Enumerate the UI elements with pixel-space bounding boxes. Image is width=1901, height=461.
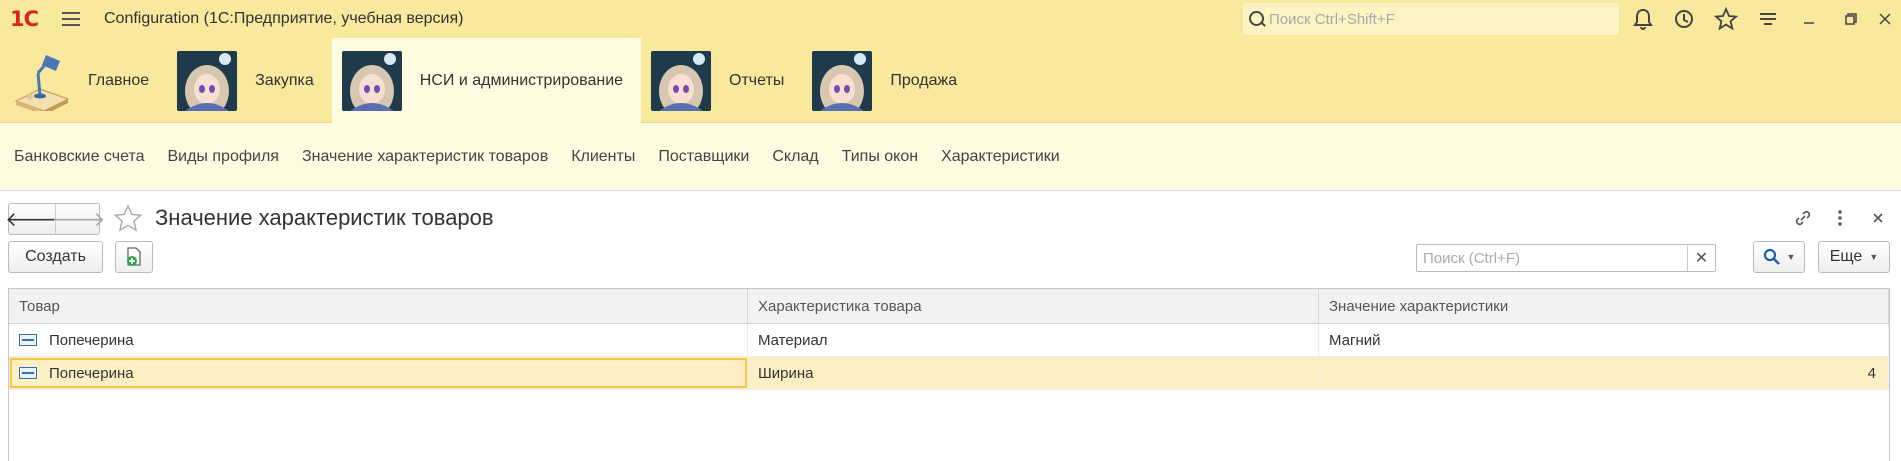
cell-text: Попечерина xyxy=(49,364,134,382)
star-icon[interactable] xyxy=(1713,6,1739,32)
link-icon[interactable] xyxy=(1790,205,1816,231)
section-panel: Главное Закупка НСИ и администрирование … xyxy=(0,38,1901,123)
column-header-characteristic[interactable]: Характеристика товара xyxy=(748,289,1319,323)
nav-buttons: 🡐 🡒 xyxy=(5,203,105,235)
func-warehouse[interactable]: Склад xyxy=(772,148,818,166)
cell-value[interactable]: 4 xyxy=(1319,357,1889,389)
column-header-product[interactable]: Товар xyxy=(9,289,748,323)
favorite-star-icon[interactable] xyxy=(112,203,144,235)
catalog-item-icon xyxy=(19,334,37,346)
section-label: Отчеты xyxy=(729,71,785,89)
func-product-char-values[interactable]: Значение характеристик товаров xyxy=(302,148,548,166)
cell-product[interactable]: Попечерина xyxy=(9,357,748,389)
anime-avatar xyxy=(812,50,873,111)
table-header: Товар Характеристика товара Значение хар… xyxy=(9,289,1889,324)
1c-logo[interactable]: 1С xyxy=(0,0,48,38)
close-icon[interactable] xyxy=(1872,6,1898,32)
func-characteristics[interactable]: Характеристики xyxy=(941,148,1060,166)
chevron-down-icon: ▼ xyxy=(1869,252,1879,262)
minimize-icon[interactable] xyxy=(1796,6,1822,32)
anime-avatar xyxy=(341,50,402,111)
column-header-value[interactable]: Значение характеристики xyxy=(1319,289,1889,323)
search-icon xyxy=(1763,248,1780,265)
anime-avatar xyxy=(651,50,712,111)
chevron-down-icon: ▼ xyxy=(1786,252,1796,262)
section-reports[interactable]: Отчеты xyxy=(641,38,802,123)
section-main[interactable]: Главное xyxy=(0,38,167,123)
func-window-types[interactable]: Типы окон xyxy=(842,148,918,166)
history-icon[interactable] xyxy=(1671,6,1697,32)
func-clients[interactable]: Клиенты xyxy=(571,148,635,166)
form-close-icon[interactable] xyxy=(1865,205,1891,231)
create-button[interactable]: Создать xyxy=(8,241,103,273)
cell-text: Попечерина xyxy=(49,331,134,349)
search-button[interactable]: ▼ xyxy=(1753,241,1805,273)
func-profile-types[interactable]: Виды профиля xyxy=(167,148,278,166)
function-panel: Банковские счета Виды профиля Значение х… xyxy=(0,123,1901,191)
global-search[interactable] xyxy=(1243,3,1619,35)
app-title: Configuration (1С:Предприятие, учебная в… xyxy=(104,10,464,27)
desk-lamp-icon xyxy=(14,54,70,111)
bell-icon[interactable] xyxy=(1630,6,1656,32)
more-label: Еще xyxy=(1829,248,1863,265)
cell-value[interactable]: Магний xyxy=(1319,324,1889,356)
form-header: 🡐 🡒 Значение характеристик товаров xyxy=(0,191,1901,239)
section-label: НСИ и администрирование xyxy=(419,71,624,89)
section-label: Главное xyxy=(88,71,150,89)
section-label: Закупка xyxy=(255,71,314,89)
main-menu-icon[interactable] xyxy=(62,0,84,38)
cell-product[interactable]: Попечерина xyxy=(9,324,748,356)
form-search[interactable]: ✕ xyxy=(1416,244,1716,272)
back-arrow-icon[interactable]: 🡐 xyxy=(5,204,59,234)
table-row[interactable]: Попечерина Материал Магний xyxy=(9,324,1889,357)
form-search-input[interactable] xyxy=(1417,249,1687,267)
forward-arrow-icon[interactable]: 🡒 xyxy=(52,204,105,234)
anime-avatar xyxy=(177,50,238,111)
copy-document-button[interactable] xyxy=(115,241,153,273)
catalog-item-icon xyxy=(19,367,37,379)
func-suppliers[interactable]: Поставщики xyxy=(658,148,749,166)
more-button[interactable]: Еще ▼ xyxy=(1818,241,1890,273)
cell-characteristic[interactable]: Материал xyxy=(748,324,1319,356)
form-title: Значение характеристик товаров xyxy=(155,205,494,230)
cell-characteristic[interactable]: Ширина xyxy=(748,357,1319,389)
global-search-input[interactable] xyxy=(1269,10,1599,28)
section-purchase[interactable]: Закупка xyxy=(167,38,332,123)
section-sales[interactable]: Продажа xyxy=(802,38,975,123)
search-icon xyxy=(1243,3,1269,35)
more-vertical-icon[interactable] xyxy=(1827,205,1853,231)
clear-search-icon[interactable]: ✕ xyxy=(1687,245,1715,271)
command-bar: Создать ✕ ▼ Еще ▼ xyxy=(0,239,1901,279)
restore-icon[interactable] xyxy=(1838,6,1864,32)
title-bar: 1С Configuration (1С:Предприятие, учебна… xyxy=(0,0,1901,38)
list-table[interactable]: Товар Характеристика товара Значение хар… xyxy=(8,288,1890,461)
section-nsi-admin[interactable]: НСИ и администрирование xyxy=(331,38,642,123)
menu-lines-icon[interactable] xyxy=(1755,6,1781,32)
table-row-selected[interactable]: Попечерина Ширина 4 xyxy=(9,357,1889,390)
func-bank-accounts[interactable]: Банковские счета xyxy=(14,148,144,166)
add-document-icon xyxy=(127,247,141,266)
section-label: Продажа xyxy=(890,71,958,89)
